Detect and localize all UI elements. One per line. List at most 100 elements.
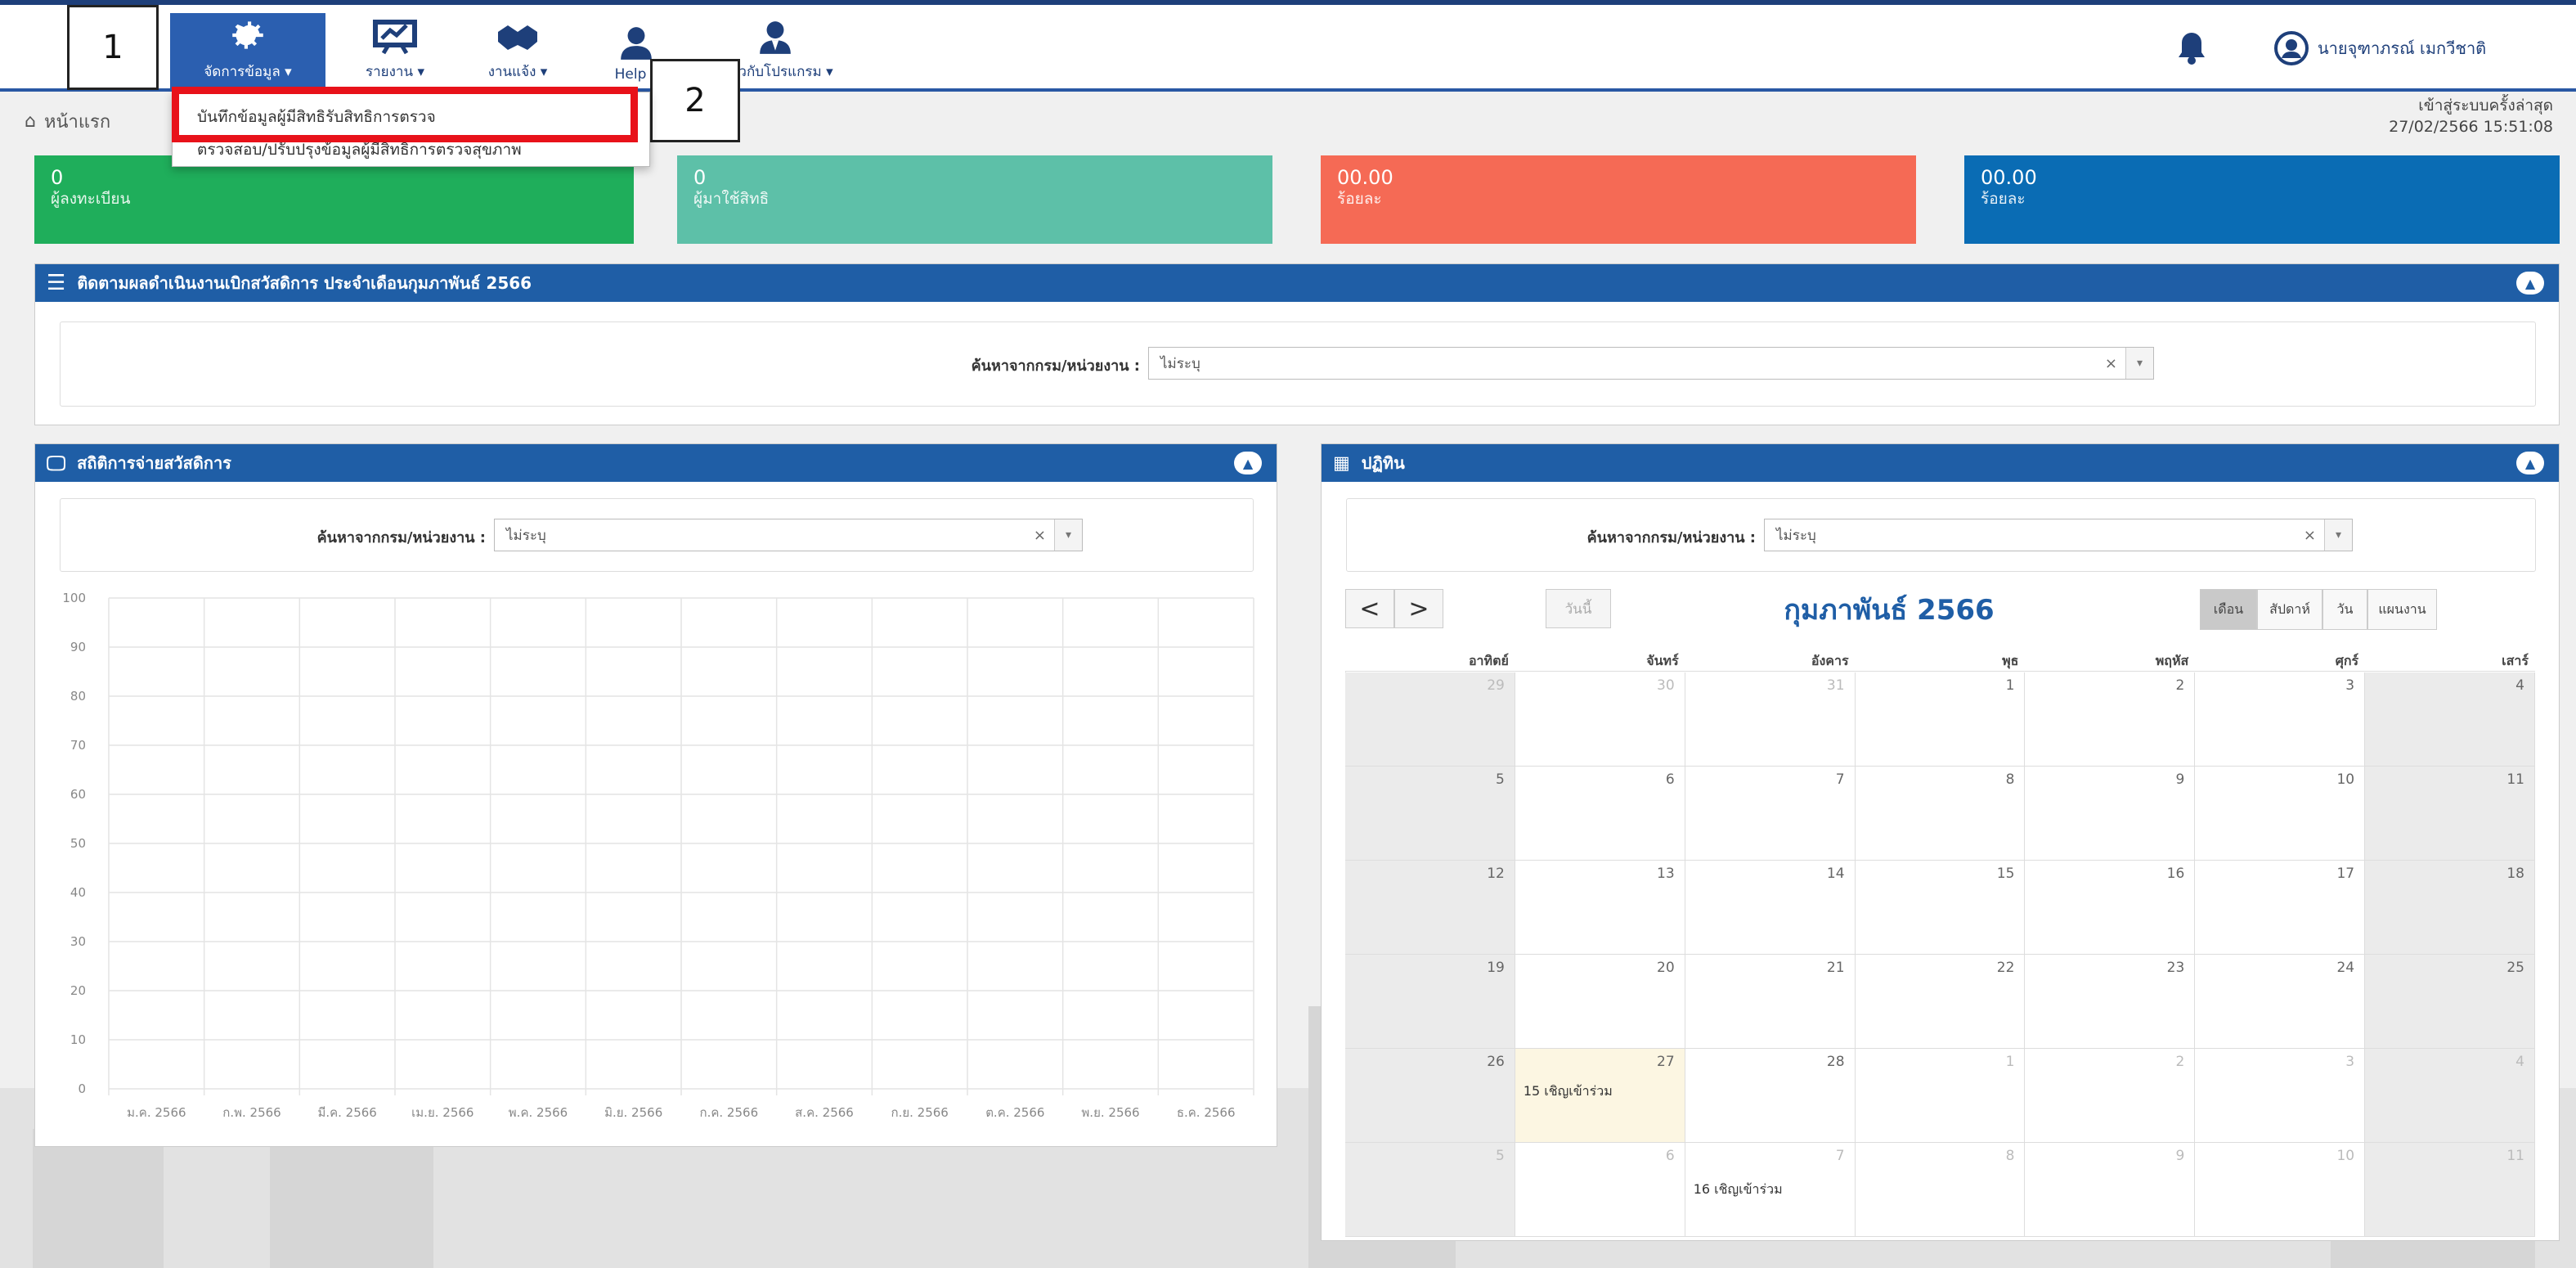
- calendar-day-cell[interactable]: 25: [2365, 955, 2535, 1049]
- x-tick-label: ต.ค. 2566: [985, 1105, 1044, 1120]
- collapse-icon[interactable]: ▲: [2516, 272, 2544, 295]
- calendar-day-cell[interactable]: 19: [1345, 955, 1515, 1049]
- stat-card-percent-a: 00.00 ร้อยละ: [1321, 155, 1916, 244]
- report-icon: [373, 20, 417, 55]
- calendar-prev-button[interactable]: <: [1345, 589, 1394, 628]
- weekday-header: อาทิตย์: [1468, 653, 1509, 668]
- weekday-header: เสาร์: [2502, 653, 2529, 668]
- tracking-filter-select[interactable]: ไม่ระบุ × ▾: [1148, 347, 2154, 380]
- user-menu[interactable]: นายจุฑาภรณ์ เมกวีชาติ: [2273, 29, 2486, 67]
- view-week-button[interactable]: สัปดาห์: [2257, 589, 2322, 630]
- calendar-day-cell[interactable]: 14: [1685, 861, 1856, 955]
- calendar-filter-select[interactable]: ไม่ระบุ × ▾: [1764, 519, 2353, 551]
- calendar-day-cell[interactable]: 7: [1685, 767, 1856, 861]
- chevron-down-icon[interactable]: ▾: [2324, 519, 2352, 551]
- calendar-day-cell[interactable]: 10: [2195, 767, 2366, 861]
- calendar-day-cell[interactable]: 3: [2195, 672, 2366, 767]
- calendar-day-cell[interactable]: 9: [2025, 1143, 2196, 1237]
- calendar-day-cell[interactable]: 31: [1685, 672, 1856, 767]
- calendar-filter-value: ไม่ระบุ: [1776, 527, 1816, 544]
- highlight-box: [172, 87, 638, 142]
- calendar-day-cell[interactable]: 3: [2195, 1049, 2366, 1143]
- view-month-button[interactable]: เดือน: [2200, 589, 2257, 630]
- calendar-day-cell[interactable]: 24: [2195, 955, 2366, 1049]
- calendar-day-cell[interactable]: 2: [2025, 672, 2196, 767]
- chart-svg: 0 10 20 30 40 50 60 70 80 90 100 ม.ค. 2566 ก.พ. 2566…: [62, 591, 1254, 1120]
- x-tick-label: ธ.ค. 2566: [1177, 1105, 1236, 1120]
- calendar-day-cell[interactable]: 21: [1685, 955, 1856, 1049]
- calendar-today-button[interactable]: วันนี้: [1546, 589, 1611, 628]
- calendar-day-cell[interactable]: 4: [2365, 1049, 2535, 1143]
- calendar-day-cell[interactable]: 26: [1345, 1049, 1515, 1143]
- chart-filter-value: ไม่ระบุ: [506, 527, 546, 544]
- calendar-day-cell[interactable]: 8: [1855, 767, 2026, 861]
- calendar-day-cell[interactable]: 11: [2365, 1143, 2535, 1237]
- chart-filter-select[interactable]: ไม่ระบุ × ▾: [494, 519, 1083, 551]
- stat-value: 0: [693, 166, 707, 189]
- calendar-event[interactable]: 16 เชิญเข้าร่วม: [1694, 1180, 1783, 1200]
- chevron-down-icon[interactable]: ▾: [2125, 348, 2153, 379]
- tracking-filter-box: ค้นหาจากกรม/หน่วยงาน : ไม่ระบุ × ▾: [60, 321, 2536, 407]
- breadcrumb: ⌂ หน้าแรก: [25, 105, 110, 137]
- clear-icon[interactable]: ×: [1034, 527, 1046, 544]
- calendar-day-cell[interactable]: 22: [1855, 955, 2026, 1049]
- nav-manage-data[interactable]: จัดการข้อมูล ▾: [170, 13, 325, 91]
- calendar-day-cell[interactable]: 1: [1855, 672, 2026, 767]
- calendar-day-cell[interactable]: 30: [1515, 672, 1685, 767]
- calendar-day-cell[interactable]: 9: [2025, 767, 2196, 861]
- weekday-header: พุธ: [2002, 653, 2019, 668]
- calendar-day-cell[interactable]: 11: [2365, 767, 2535, 861]
- calendar-filter-label: ค้นหาจากกรม/หน่วยงาน :: [1586, 529, 1756, 546]
- calendar-day-cell[interactable]: 17: [2195, 861, 2366, 955]
- collapse-icon[interactable]: ▲: [2516, 452, 2544, 474]
- calendar-day-cell[interactable]: 1: [1855, 1049, 2026, 1143]
- stat-label: ร้อยละ: [1337, 190, 1382, 208]
- callout-2: 2: [650, 59, 740, 142]
- view-agenda-button[interactable]: แผนงาน: [2367, 589, 2437, 630]
- calendar-day-cell[interactable]: 16: [2025, 861, 2196, 955]
- clear-icon[interactable]: ×: [2304, 527, 2316, 544]
- calendar-day-cell[interactable]: 2: [2025, 1049, 2196, 1143]
- x-tick-label: พ.ย. 2566: [1081, 1105, 1139, 1120]
- calendar-day-cell[interactable]: 5: [1345, 1143, 1515, 1237]
- calendar-day-cell[interactable]: 6: [1515, 767, 1685, 861]
- calendar-day-cell[interactable]: 8: [1855, 1143, 2026, 1237]
- view-day-button[interactable]: วัน: [2322, 589, 2367, 630]
- chart-filter-label: ค้นหาจากกรม/หน่วยงาน :: [316, 529, 486, 546]
- breadcrumb-home[interactable]: หน้าแรก: [44, 107, 110, 136]
- chevron-down-icon[interactable]: ▾: [1054, 519, 1082, 551]
- x-tick-label: มิ.ย. 2566: [604, 1105, 662, 1120]
- y-tick-label: 70: [70, 738, 86, 753]
- calendar-day-cell[interactable]: 12: [1345, 861, 1515, 955]
- bell-icon[interactable]: [2175, 29, 2208, 67]
- y-tick-label: 0: [78, 1081, 86, 1096]
- collapse-icon[interactable]: ▲: [1234, 452, 1262, 474]
- weekday-header: พฤหัส: [2155, 653, 2189, 668]
- calendar-day-cell[interactable]: 20: [1515, 955, 1685, 1049]
- calendar-day-cell[interactable]: 6: [1515, 1143, 1685, 1237]
- handshake-icon: [498, 25, 537, 50]
- about-user-icon: [760, 21, 791, 54]
- calendar-day-cell[interactable]: 15: [1855, 861, 2026, 955]
- calendar-event[interactable]: 15 เชิญเข้าร่วม: [1524, 1081, 1613, 1102]
- stat-card-percent-b: 00.00 ร้อยละ: [1964, 155, 2560, 244]
- calendar-day-cell[interactable]: 4: [2365, 672, 2535, 767]
- clear-icon[interactable]: ×: [2105, 355, 2117, 372]
- stat-label: ร้อยละ: [1981, 190, 2026, 208]
- calendar-day-cell[interactable]: 29: [1345, 672, 1515, 767]
- calendar-day-cell[interactable]: 10: [2195, 1143, 2366, 1237]
- nav-notify-label: งานแจ้ง ▾: [487, 64, 548, 80]
- calendar-day-cell[interactable]: 18: [2365, 861, 2535, 955]
- y-tick-label: 60: [70, 787, 86, 802]
- nav-notify[interactable]: งานแจ้ง ▾: [464, 13, 571, 91]
- stat-card-used: 0 ผู้มาใช้สิทธิ: [677, 155, 1272, 244]
- nav-reports[interactable]: รายงาน ▾: [334, 13, 456, 91]
- x-tick-label: ก.ย. 2566: [891, 1105, 948, 1120]
- calendar-day-cell[interactable]: 23: [2025, 955, 2196, 1049]
- home-icon[interactable]: ⌂: [25, 111, 36, 132]
- calendar-day-cell[interactable]: 5: [1345, 767, 1515, 861]
- calendar-day-cell[interactable]: 13: [1515, 861, 1685, 955]
- calendar-day-cell[interactable]: 28: [1685, 1049, 1856, 1143]
- user-circle-icon: [2274, 31, 2309, 65]
- calendar-next-button[interactable]: >: [1394, 589, 1443, 628]
